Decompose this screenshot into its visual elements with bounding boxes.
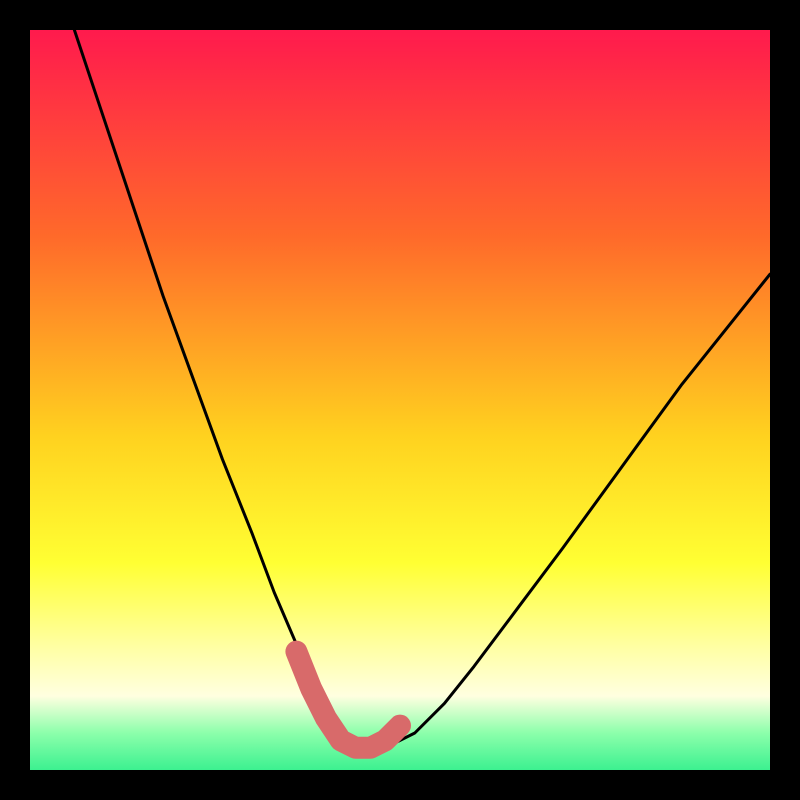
frame-top — [0, 0, 800, 30]
chart-frame: TheBottleneck.com — [0, 0, 800, 800]
chart-svg — [0, 0, 800, 800]
gradient-background — [30, 30, 770, 770]
frame-left — [0, 0, 30, 800]
frame-right — [770, 0, 800, 800]
frame-bottom — [0, 770, 800, 800]
